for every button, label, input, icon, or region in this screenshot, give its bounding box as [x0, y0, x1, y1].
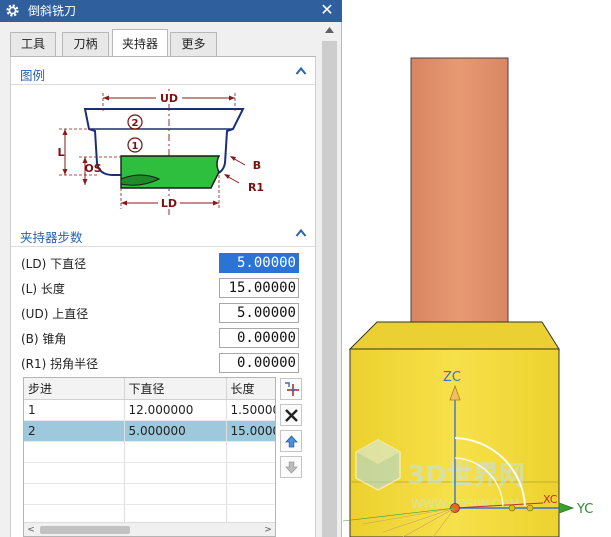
- cell-length[interactable]: 15.000000: [226, 420, 275, 442]
- cutter-dialog: 倒斜铣刀 ✕ 工具 刀柄 夹持器 更多 图例 UD L OS LD B R1 2…: [0, 0, 342, 537]
- cell-step[interactable]: 1: [24, 399, 125, 421]
- scrollbar-thumb[interactable]: [322, 41, 337, 537]
- move-step-down-button[interactable]: [280, 456, 302, 478]
- diagram-label-b: B: [253, 159, 261, 172]
- holder-diagram: UD L OS LD B R1 2 1: [57, 89, 264, 215]
- param-row-taper-angle: (B) 锥角: [21, 328, 303, 348]
- tab-more[interactable]: 更多: [170, 32, 217, 57]
- graphics-viewport[interactable]: 3D世界网 WWW.3DSJW.COM ZC YC XC: [343, 0, 611, 537]
- close-icon[interactable]: ✕: [318, 1, 336, 19]
- chevron-up-icon[interactable]: [295, 66, 307, 76]
- zc-axis-label: ZC: [443, 370, 461, 385]
- diagram-label-ud: UD: [160, 92, 178, 105]
- cell-lower-diameter[interactable]: 5.000000: [124, 420, 227, 442]
- scroll-left-icon[interactable]: <: [24, 523, 38, 536]
- param-row-upper-diameter: (UD) 上直径: [21, 303, 303, 323]
- move-down-icon: [285, 461, 298, 474]
- cell-step[interactable]: 2: [24, 420, 125, 442]
- watermark-text: 3D世界网: [407, 461, 525, 491]
- title-bar: 倒斜铣刀 ✕: [0, 0, 342, 22]
- param-row-corner-radius: (R1) 拐角半径: [21, 353, 303, 373]
- scrollbar-thumb[interactable]: [40, 526, 130, 534]
- empty-row: [24, 483, 275, 505]
- length-input[interactable]: [219, 278, 299, 298]
- table-horizontal-scrollbar[interactable]: < >: [24, 522, 275, 536]
- gear-icon: [6, 4, 19, 17]
- legend-section-title: 图例: [20, 68, 46, 83]
- upper-diameter-input[interactable]: [219, 303, 299, 323]
- move-step-up-button[interactable]: [280, 430, 302, 452]
- dialog-vertical-scrollbar[interactable]: [318, 22, 341, 537]
- tab-shank[interactable]: 刀柄: [62, 32, 109, 57]
- diagram-label-step1: 1: [132, 141, 139, 152]
- xc-axis-label: XC: [543, 493, 558, 506]
- tool-shank[interactable]: [410, 57, 509, 325]
- param-label-lower-diameter: (LD) 下直径: [21, 257, 87, 271]
- legend-section-header[interactable]: 图例: [11, 59, 315, 85]
- yc-axis-label: YC: [576, 502, 593, 517]
- tab-tool[interactable]: 工具: [10, 32, 56, 57]
- table-row[interactable]: 2 5.000000 15.000000: [24, 420, 275, 442]
- window-title: 倒斜铣刀: [28, 4, 77, 18]
- add-step-icon: [285, 382, 299, 396]
- param-row-length: (L) 长度: [21, 278, 303, 298]
- scroll-up-icon[interactable]: [318, 22, 341, 39]
- param-label-corner-radius: (R1) 拐角半径: [21, 357, 99, 371]
- diagram-label-ld: LD: [161, 197, 177, 210]
- delete-step-button[interactable]: [280, 404, 302, 426]
- diagram-label-l: L: [57, 146, 64, 159]
- empty-row: [24, 441, 275, 463]
- table-header-row: 步进 下直径 长度: [24, 378, 275, 400]
- holder-chamfer[interactable]: [348, 321, 560, 350]
- add-step-button[interactable]: [280, 378, 302, 400]
- column-header-length[interactable]: 长度: [226, 378, 275, 400]
- taper-angle-input[interactable]: [219, 328, 299, 348]
- diagram-label-r1: R1: [248, 181, 264, 194]
- holder-steps-section-header[interactable]: 夹持器步数: [11, 221, 315, 247]
- scroll-right-icon[interactable]: >: [261, 523, 275, 536]
- diagram-label-os: OS: [84, 162, 101, 175]
- cell-length[interactable]: 1.500000: [226, 399, 275, 421]
- holder-panel: 图例 UD L OS LD B R1 2 1 夹持器步数 (LD) 下直径 5.…: [10, 57, 316, 537]
- diagram-label-step2: 2: [132, 118, 139, 129]
- param-row-lower-diameter: (LD) 下直径: [21, 253, 303, 273]
- column-header-step[interactable]: 步进: [24, 378, 125, 400]
- holder-steps-table: 步进 下直径 长度 1 12.000000 1.500000 2 5.00000…: [23, 377, 276, 537]
- corner-radius-input[interactable]: [219, 353, 299, 373]
- holder-steps-section-title: 夹持器步数: [20, 230, 83, 245]
- lower-diameter-input[interactable]: [219, 253, 299, 273]
- move-up-icon: [285, 435, 298, 448]
- param-label-upper-diameter: (UD) 上直径: [21, 307, 89, 321]
- chevron-up-icon[interactable]: [295, 228, 307, 238]
- column-header-lower-diameter[interactable]: 下直径: [124, 378, 227, 400]
- param-label-length: (L) 长度: [21, 282, 65, 296]
- cell-lower-diameter[interactable]: 12.000000: [124, 399, 227, 421]
- delete-icon: [285, 409, 298, 422]
- tab-holder[interactable]: 夹持器: [112, 29, 168, 58]
- param-label-taper-angle: (B) 锥角: [21, 332, 67, 346]
- empty-row: [24, 462, 275, 484]
- table-row[interactable]: 1 12.000000 1.500000: [24, 399, 275, 421]
